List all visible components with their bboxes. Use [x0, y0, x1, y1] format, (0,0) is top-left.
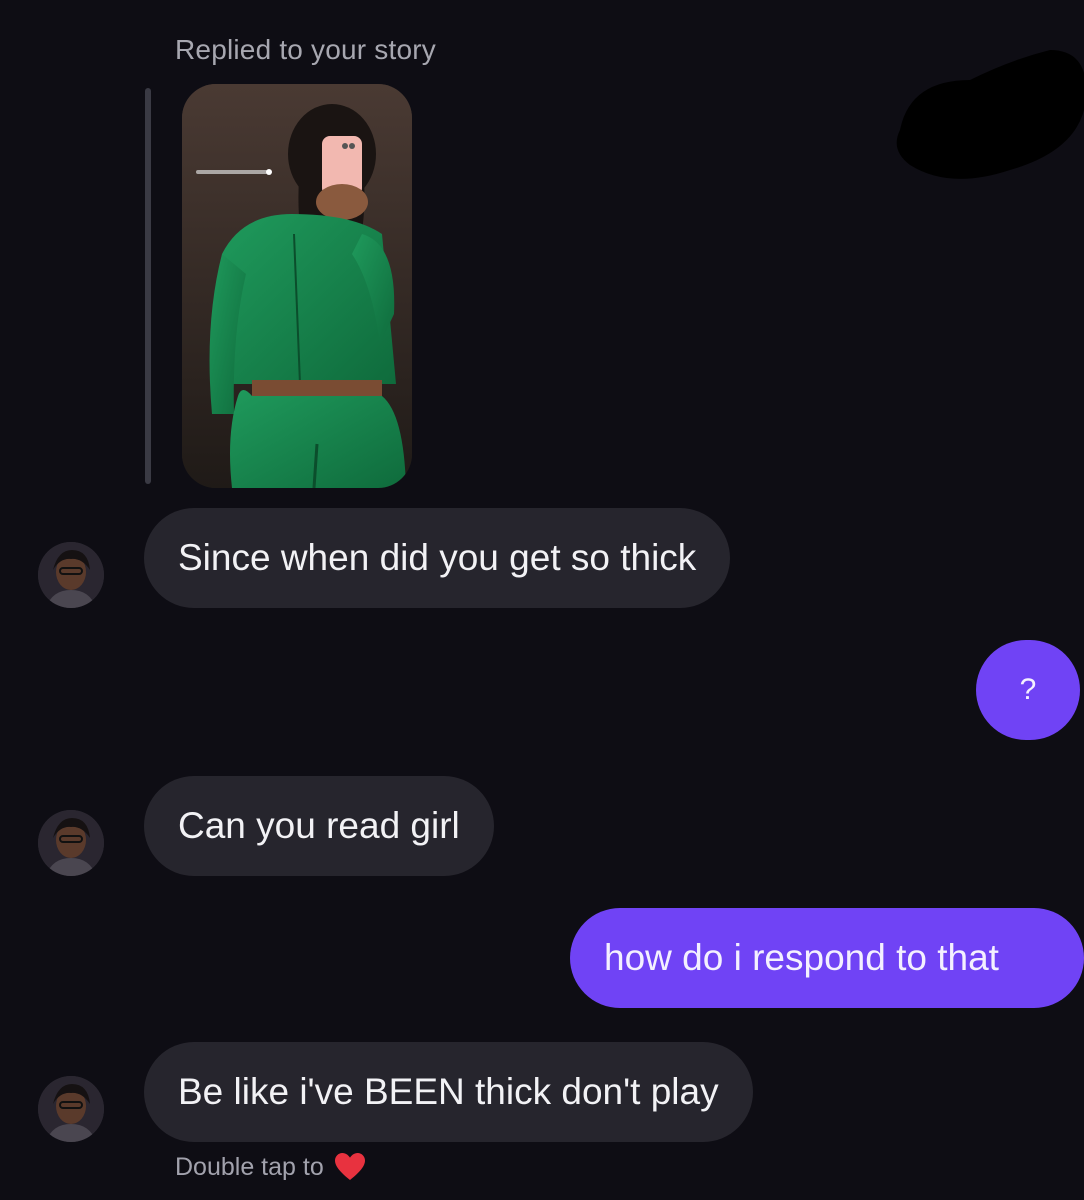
message-text: how do i respond to that — [604, 937, 999, 978]
story-reply-label: Replied to your story — [175, 34, 436, 65]
double-tap-hint-label: Double tap to — [175, 1152, 324, 1181]
story-thumbnail[interactable] — [182, 84, 412, 488]
message-text: Since when did you get so thick — [178, 537, 697, 578]
outgoing-message-bubble[interactable]: ? — [976, 640, 1080, 740]
redaction-scribble — [896, 50, 1084, 179]
heart-icon — [334, 1152, 366, 1182]
avatar[interactable] — [38, 1076, 104, 1142]
avatar[interactable] — [38, 542, 104, 608]
story-reply-rule — [145, 88, 151, 484]
message-text: ? — [1019, 673, 1037, 706]
avatar[interactable] — [38, 810, 104, 876]
incoming-message-bubble[interactable]: Since when did you get so thick — [144, 508, 731, 608]
incoming-message-bubble[interactable]: Can you read girl — [144, 776, 494, 876]
outgoing-message-bubble[interactable]: how do i respond to that — [570, 908, 1084, 1008]
message-text: Can you read girl — [178, 805, 460, 846]
incoming-message-bubble[interactable]: Be like i've BEEN thick don't play — [144, 1042, 753, 1142]
message-text: Be like i've BEEN thick don't play — [178, 1071, 719, 1112]
double-tap-hint: Double tap to — [175, 1152, 366, 1182]
